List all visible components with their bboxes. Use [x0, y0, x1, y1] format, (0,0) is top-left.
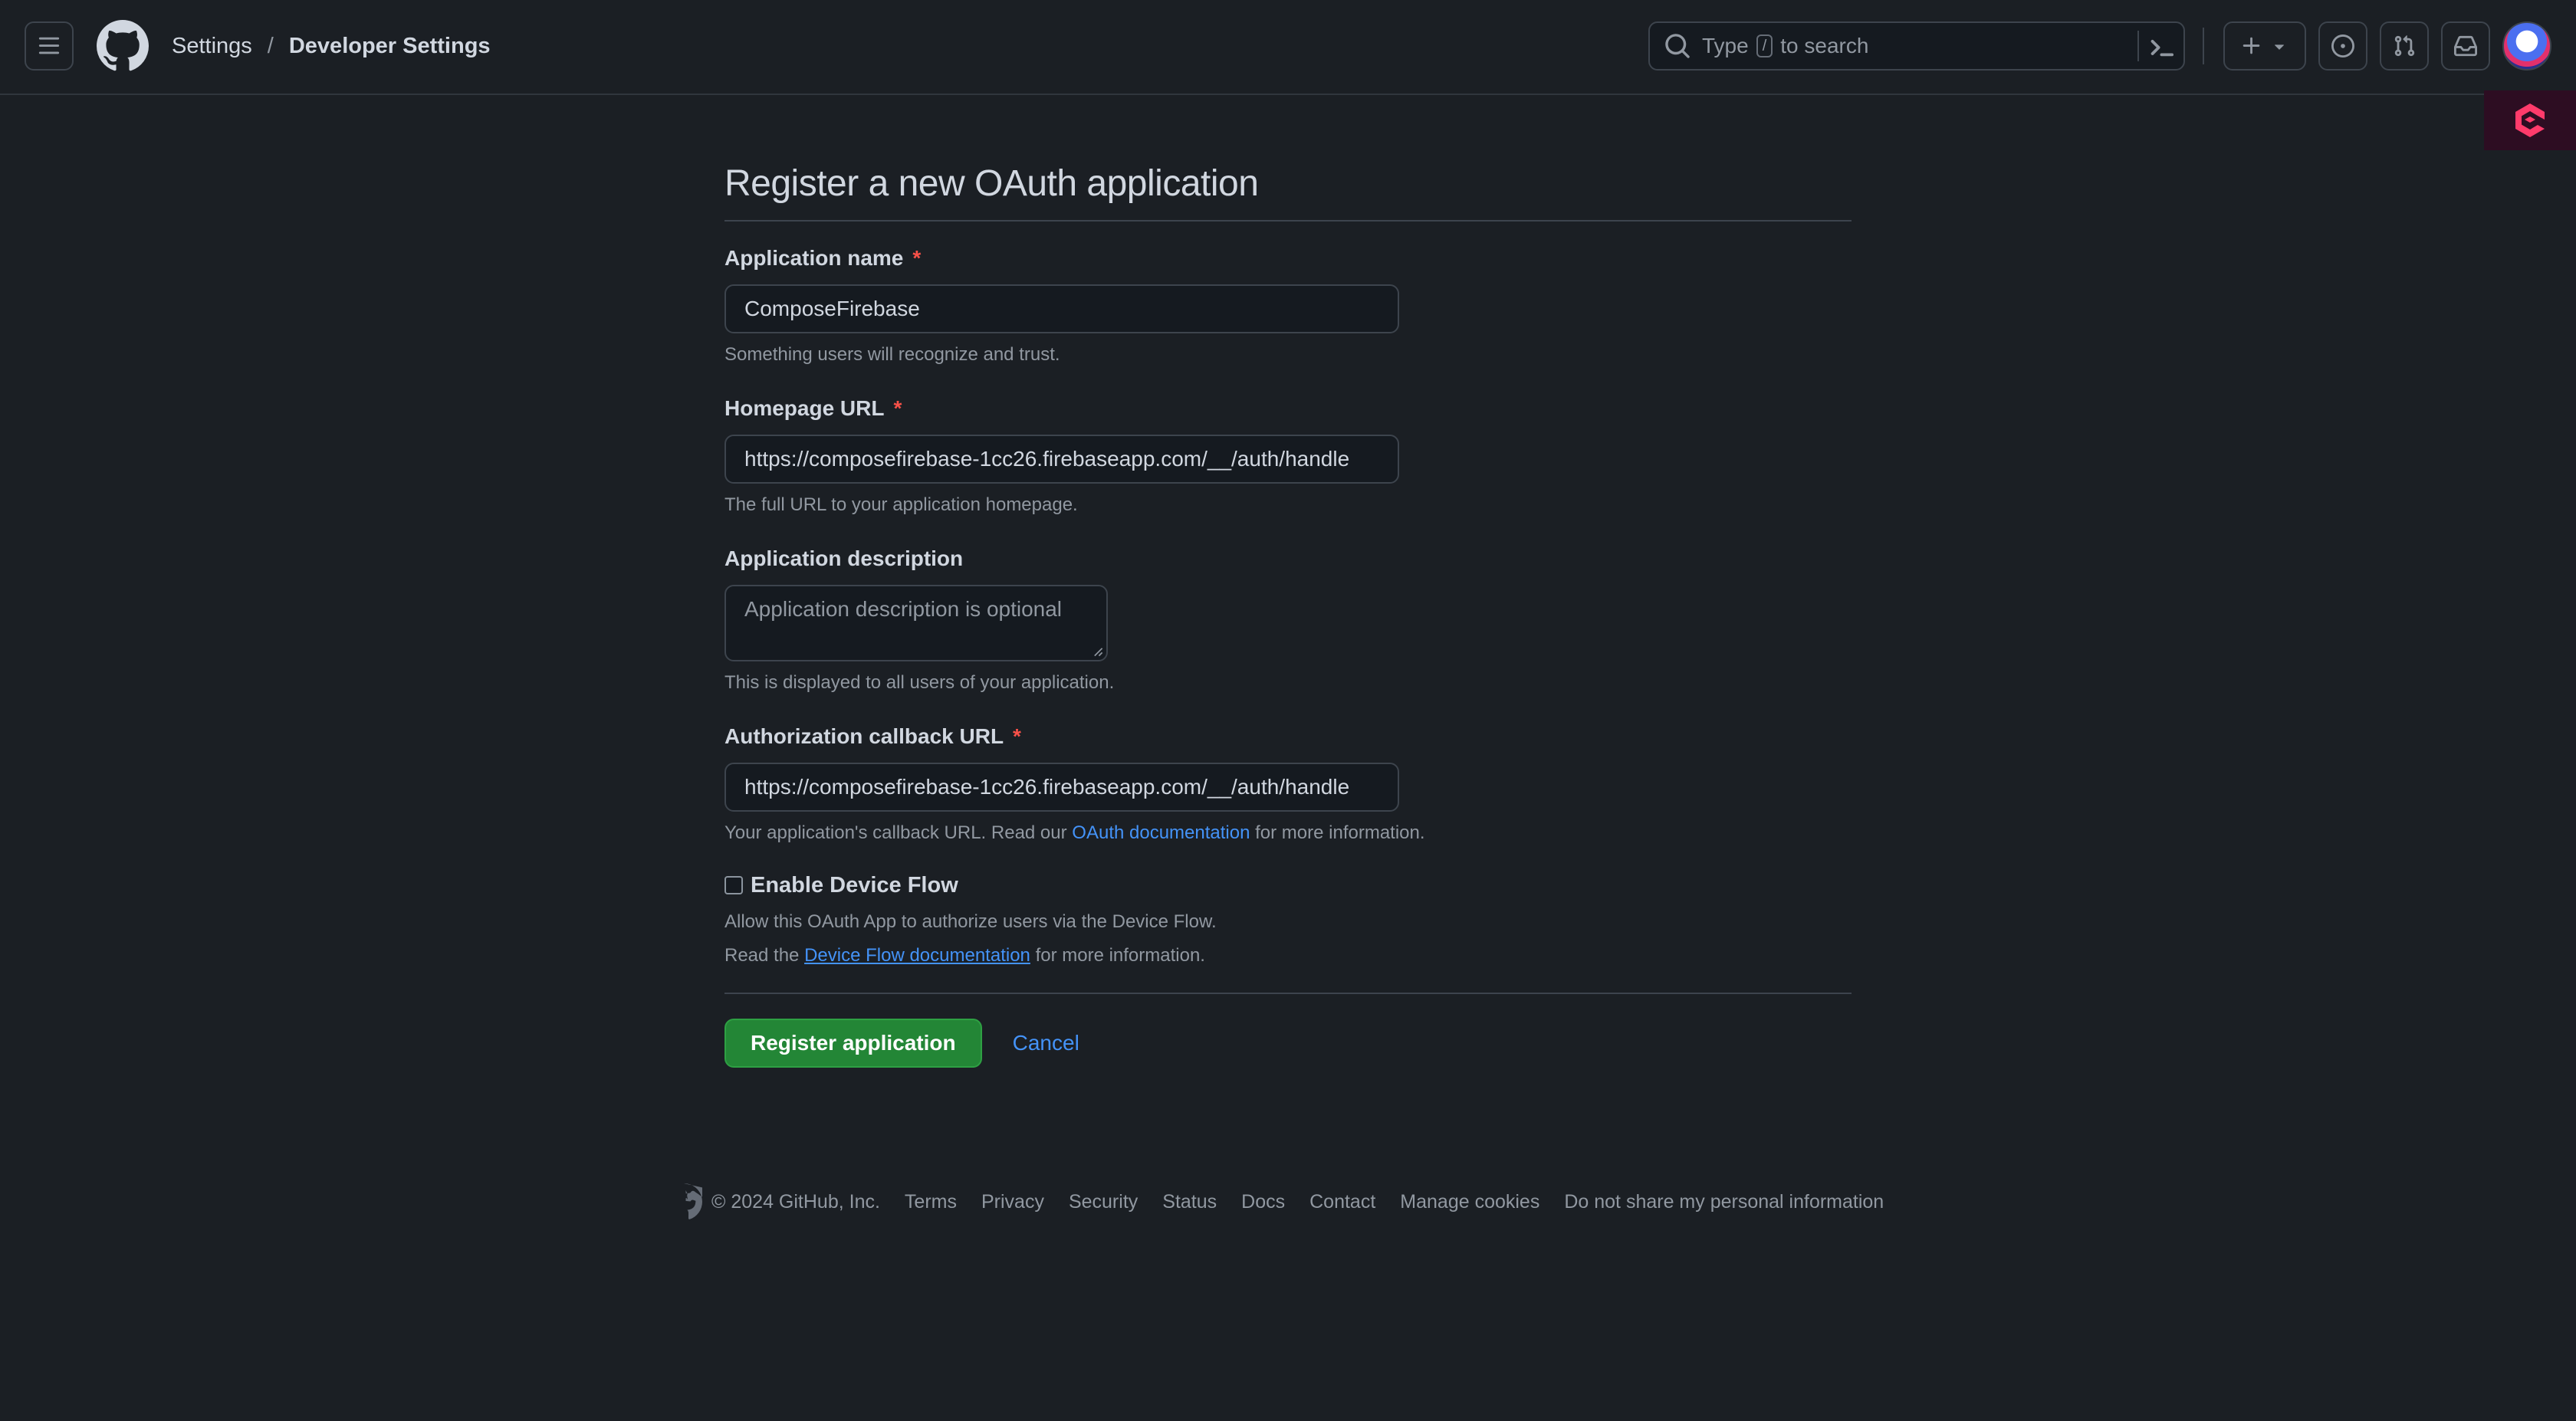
- plus-icon: [2242, 37, 2260, 54]
- pull-requests-button[interactable]: [2380, 21, 2429, 71]
- homepage-url-hint: The full URL to your application homepag…: [724, 494, 1078, 515]
- callback-url-hint: Your application's callback URL. Read ou…: [724, 821, 1852, 845]
- device-flow-hint-suffix: for more information.: [1035, 945, 1205, 966]
- enable-device-flow-label[interactable]: Enable Device Flow: [751, 873, 958, 898]
- homepage-url-input[interactable]: https://composefirebase-1cc26.firebaseap…: [724, 435, 1399, 484]
- callback-url-field-group: Authorization callback URL * https://com…: [724, 721, 1852, 845]
- required-marker: *: [893, 396, 902, 420]
- device-flow-hint-prefix: Read the: [724, 945, 800, 966]
- user-avatar[interactable]: [2502, 21, 2551, 71]
- notifications-button[interactable]: [2441, 21, 2490, 71]
- search-placeholder: Type / to search: [1702, 34, 1868, 58]
- description-label-text: Application description: [724, 546, 964, 570]
- create-new-button[interactable]: [2223, 21, 2306, 71]
- callback-hint-prefix: Your application's callback URL. Read ou…: [724, 822, 1067, 843]
- page-footer: © 2024 GitHub, Inc. Terms Privacy Securi…: [665, 1179, 1884, 1225]
- issue-opened-icon: [2331, 34, 2354, 57]
- search-icon: [1665, 34, 1690, 58]
- footer-link-manage-cookies[interactable]: Manage cookies: [1400, 1191, 1539, 1213]
- github-logo-icon[interactable]: [97, 20, 149, 72]
- inbox-icon: [2454, 35, 2477, 57]
- register-application-button[interactable]: Register application: [724, 1019, 982, 1068]
- description-field-group: Application description Application desc…: [724, 543, 1852, 695]
- description-label: Application description: [724, 543, 1852, 574]
- footer-link-terms[interactable]: Terms: [905, 1191, 957, 1213]
- search-divider: [2137, 31, 2139, 61]
- triangle-down-icon: [2275, 44, 2284, 50]
- device-flow-row: Enable Device Flow: [724, 871, 1852, 899]
- hamburger-icon: [38, 37, 60, 54]
- enable-device-flow-checkbox[interactable]: [724, 876, 743, 894]
- app-name-input[interactable]: ComposeFirebase: [724, 284, 1399, 333]
- search-shortcut-key: /: [1756, 34, 1773, 57]
- app-name-field-group: Application name * ComposeFirebase Somet…: [724, 243, 1852, 367]
- oauth-registration-form: Register a new OAuth application Applica…: [724, 157, 1852, 1068]
- extension-logo-icon: [2515, 103, 2545, 137]
- search-suffix: to search: [1780, 34, 1869, 57]
- device-flow-documentation-link[interactable]: Device Flow documentation: [804, 945, 1030, 966]
- extension-badge[interactable]: [2484, 90, 2576, 150]
- required-marker: *: [912, 246, 922, 270]
- hamburger-menu-button[interactable]: [25, 21, 74, 71]
- footer-link-security[interactable]: Security: [1069, 1191, 1138, 1213]
- device-flow-doc-hint: Read the Device Flow documentation for m…: [724, 944, 1852, 968]
- callback-url-label-text: Authorization callback URL: [724, 724, 1004, 748]
- device-flow-hint: Allow this OAuth App to authorize users …: [724, 911, 1217, 932]
- footer-link-privacy[interactable]: Privacy: [981, 1191, 1044, 1213]
- oauth-documentation-link[interactable]: OAuth documentation: [1072, 822, 1250, 843]
- app-name-label-text: Application name: [724, 246, 904, 270]
- footer-link-docs[interactable]: Docs: [1241, 1191, 1285, 1213]
- search-prefix: Type: [1702, 34, 1749, 57]
- homepage-url-field-group: Homepage URL * https://composefirebase-1…: [724, 393, 1852, 517]
- callback-hint-suffix: for more information.: [1255, 822, 1425, 843]
- breadcrumb: Settings / Developer Settings: [172, 31, 491, 61]
- callback-url-label: Authorization callback URL *: [724, 721, 1852, 752]
- footer-copyright: © 2024 GitHub, Inc.: [711, 1190, 880, 1213]
- breadcrumb-developer-settings[interactable]: Developer Settings: [289, 34, 491, 59]
- github-footer-logo-icon[interactable]: [665, 1183, 702, 1220]
- required-marker: *: [1013, 724, 1021, 748]
- callback-url-input[interactable]: https://composefirebase-1cc26.firebaseap…: [724, 763, 1399, 812]
- homepage-url-label: Homepage URL *: [724, 393, 1852, 424]
- page-title: Register a new OAuth application: [724, 157, 1852, 222]
- footer-link-status[interactable]: Status: [1162, 1191, 1217, 1213]
- app-name-label: Application name *: [724, 243, 1852, 274]
- description-placeholder: Application description is optional: [744, 597, 1063, 621]
- header-divider: [2203, 28, 2204, 64]
- footer-link-contact[interactable]: Contact: [1309, 1191, 1375, 1213]
- description-textarea[interactable]: Application description is optional: [724, 585, 1108, 661]
- issues-button[interactable]: [2318, 21, 2367, 71]
- git-pull-request-icon: [2394, 35, 2415, 57]
- resize-grip-icon[interactable]: [1092, 646, 1103, 657]
- command-palette-icon[interactable]: [2147, 32, 2177, 63]
- top-header: Settings / Developer Settings Type / to …: [0, 0, 2576, 95]
- form-actions: Register application Cancel: [724, 993, 1852, 1068]
- description-hint: This is displayed to all users of your a…: [724, 672, 1115, 693]
- homepage-url-label-text: Homepage URL: [724, 396, 885, 420]
- cancel-link[interactable]: Cancel: [1013, 1031, 1079, 1055]
- search-input[interactable]: Type / to search: [1648, 21, 2185, 71]
- breadcrumb-separator: /: [267, 33, 274, 58]
- breadcrumb-settings[interactable]: Settings: [172, 34, 252, 59]
- app-name-hint: Something users will recognize and trust…: [724, 344, 1060, 365]
- footer-link-do-not-share[interactable]: Do not share my personal information: [1564, 1191, 1884, 1213]
